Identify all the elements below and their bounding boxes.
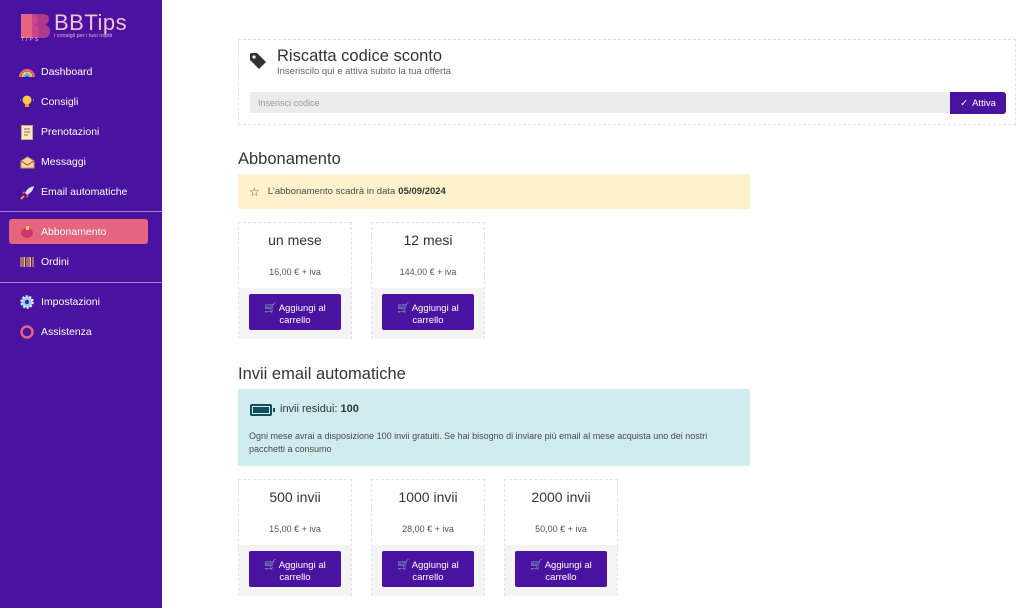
- sidebar-item-messaggi[interactable]: Messaggi: [0, 147, 162, 177]
- cart-icon: 🛒: [530, 559, 543, 571]
- add-to-cart-button[interactable]: 🛒 Aggiungi al carrello: [515, 551, 607, 587]
- check-icon: ✓: [960, 97, 969, 109]
- pack-price: 15,00 € + iva: [269, 524, 321, 534]
- cart-icon: 🛒: [264, 559, 277, 571]
- plan-card: un mese 16,00 € + iva 🛒 Aggiungi al carre…: [238, 222, 352, 339]
- pack-price: 28,00 € + iva: [402, 524, 454, 534]
- add-to-cart-button[interactable]: 🛒 Aggiungi al carrello: [382, 551, 474, 587]
- gear-icon: [19, 294, 35, 310]
- coupon-code-input[interactable]: [250, 92, 950, 113]
- pack-name: 2000 invii: [531, 489, 591, 505]
- sidebar-item-email-automatiche[interactable]: Email automatiche: [0, 177, 162, 207]
- sidebar-item-assistenza[interactable]: Assistenza: [0, 317, 162, 347]
- sidebar-item-label: Prenotazioni: [41, 126, 100, 138]
- star-icon: ☆: [249, 184, 260, 199]
- sidebar-item-label: Abbonamento: [41, 225, 107, 238]
- rainbow-icon: [19, 64, 35, 80]
- add-to-cart-button[interactable]: 🛒 Aggiungi al carrello: [382, 294, 474, 330]
- pack-card: 500 invii 15,00 € + iva 🛒 Aggiungi al car…: [238, 479, 352, 596]
- add-to-cart-label: Aggiungi al carrello: [411, 302, 459, 326]
- plan-card: 12 mesi 144,00 € + iva 🛒 Aggiungi al carr…: [371, 222, 485, 339]
- add-to-cart-label: Aggiungi al carrello: [411, 559, 459, 583]
- cart-icon: 🛒: [397, 302, 410, 314]
- brand-logo[interactable]: BBTips i consigli per i tuoi ospiti TIPS: [18, 10, 148, 44]
- envelope-icon: [19, 154, 35, 170]
- coupon-title: Riscatta codice sconto: [277, 47, 443, 65]
- emails-title: Invii email automatiche: [238, 365, 406, 383]
- pack-card-footer: 🛒 Aggiungi al carrello: [372, 545, 484, 596]
- brand-mark-sub: TIPS: [21, 37, 41, 43]
- expiry-text: L'abbonamento scadrà in data: [267, 186, 396, 197]
- brand-tagline: i consigli per i tuoi ospiti: [54, 33, 113, 39]
- expiry-date: 05/09/2024: [398, 186, 446, 197]
- activate-coupon-button[interactable]: ✓ Attiva: [950, 92, 1006, 114]
- nav-divider: [0, 211, 162, 212]
- sidebar-item-label: Consigli: [41, 96, 79, 108]
- plan-name: un mese: [268, 232, 322, 248]
- barcode-icon: [19, 254, 35, 270]
- plan-price: 16,00 € + iva: [269, 267, 321, 277]
- pack-name: 500 invii: [269, 489, 321, 505]
- pack-card: 1000 invii 28,00 € + iva 🛒 Aggiungi al ca…: [371, 479, 485, 596]
- main-content: Riscatta codice sconto Inseriscilo qui e…: [162, 0, 1024, 608]
- subscription-title: Abbonamento: [238, 150, 341, 168]
- add-to-cart-button[interactable]: 🛒 Aggiungi al carrello: [249, 294, 341, 330]
- sidebar-item-label: Dashboard: [41, 66, 93, 78]
- nav-group-support: Impostazioni Assistenza: [0, 287, 162, 347]
- pack-card-footer: 🛒 Aggiungi al carrello: [239, 545, 351, 596]
- cart-icon: 🛒: [397, 559, 410, 571]
- add-to-cart-button[interactable]: 🛒 Aggiungi al carrello: [249, 551, 341, 587]
- email-credits-alert: invii residui: 100 Ogni mese avrai a dis…: [238, 389, 750, 466]
- plan-price: 144,00 € + iva: [399, 267, 457, 277]
- pack-card: 2000 invii 50,00 € + iva 🛒 Aggiungi al ca…: [504, 479, 618, 596]
- document-icon: [19, 124, 35, 140]
- add-to-cart-label: Aggiungi al carrello: [278, 559, 326, 583]
- sidebar-item-label: Email automatiche: [41, 186, 128, 198]
- activate-button-label: Attiva: [972, 97, 996, 109]
- sidebar-item-label: Ordini: [41, 256, 70, 268]
- battery-icon: [250, 404, 275, 416]
- lifebuoy-icon: [19, 324, 35, 340]
- sidebar: BBTips i consigli per i tuoi ospiti TIPS…: [0, 0, 162, 608]
- rocket-icon: [19, 184, 35, 200]
- add-to-cart-label: Aggiungi al carrello: [544, 559, 592, 583]
- coupon-subtitle: Inseriscilo qui e attiva subito la tua o…: [277, 66, 452, 77]
- subscription-expiry-alert: ☆ L'abbonamento scadrà in data 05/09/202…: [238, 174, 750, 209]
- sidebar-item-dashboard[interactable]: Dashboard: [0, 57, 162, 87]
- sidebar-item-abbonamento[interactable]: Abbonamento: [9, 219, 148, 244]
- pack-card-footer: 🛒 Aggiungi al carrello: [505, 545, 617, 596]
- sidebar-item-prenotazioni[interactable]: Prenotazioni: [0, 117, 162, 147]
- sidebar-item-impostazioni[interactable]: Impostazioni: [0, 287, 162, 317]
- plan-name: 12 mesi: [403, 232, 453, 248]
- nav-group-billing: Abbonamento Ordini: [0, 219, 162, 277]
- pack-name: 1000 invii: [398, 489, 458, 505]
- sidebar-item-label: Messaggi: [41, 156, 86, 168]
- coupon-panel: Riscatta codice sconto Inseriscilo qui e…: [238, 39, 1016, 125]
- piggy-icon: [19, 224, 35, 240]
- sidebar-item-consigli[interactable]: Consigli: [0, 87, 162, 117]
- email-credits-info: Ogni mese avrai a disposizione 100 invii…: [249, 431, 708, 454]
- sidebar-item-ordini[interactable]: Ordini: [0, 247, 162, 277]
- tag-icon: [250, 53, 266, 69]
- add-to-cart-label: Aggiungi al carrello: [278, 302, 326, 326]
- sidebar-item-label: Impostazioni: [41, 296, 100, 308]
- plan-card-footer: 🛒 Aggiungi al carrello: [372, 288, 484, 339]
- nav-divider: [0, 282, 162, 283]
- sidebar-item-label: Assistenza: [41, 326, 92, 338]
- plan-card-footer: 🛒 Aggiungi al carrello: [239, 288, 351, 339]
- lightbulb-icon: [19, 94, 35, 110]
- remaining-sends: invii residui: 100: [280, 403, 359, 415]
- pack-price: 50,00 € + iva: [535, 524, 587, 534]
- remaining-label: invii residui:: [280, 403, 338, 415]
- remaining-value: 100: [340, 403, 359, 415]
- nav-group-main: Dashboard Consigli Prenotazioni Messaggi…: [0, 57, 162, 207]
- cart-icon: 🛒: [264, 302, 277, 314]
